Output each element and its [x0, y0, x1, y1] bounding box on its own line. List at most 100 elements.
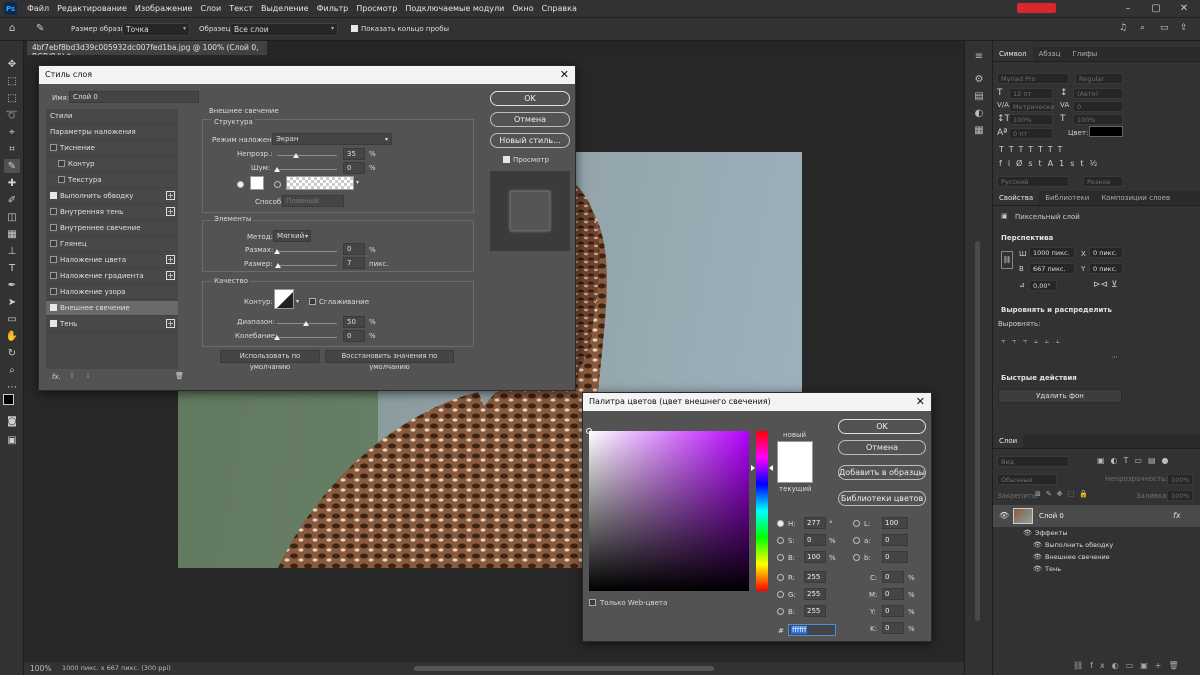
style-item-checkbox[interactable] [50, 256, 57, 263]
fx3-eye-icon[interactable]: 👁 [1033, 565, 1042, 573]
rotate-view-icon[interactable]: ↻ [4, 346, 20, 360]
search-icon[interactable]: ⌕ [1140, 23, 1145, 33]
flip-vertical-icon[interactable]: ⊻ [1111, 280, 1118, 290]
web-colors-checkbox[interactable] [589, 599, 596, 606]
eye-icon[interactable]: 👁 [999, 511, 1009, 520]
style-item-checkbox[interactable] [50, 224, 57, 231]
noise-slider[interactable] [277, 169, 337, 170]
style-item[interactable]: Внешнее свечение [46, 301, 178, 316]
layer-opacity-field[interactable]: 100% [1167, 474, 1193, 485]
layer-name-field[interactable]: Слой 0 [69, 91, 199, 103]
tab-paragraph[interactable]: Абзац [1033, 47, 1067, 61]
font-style-field[interactable]: Regular [1075, 73, 1123, 84]
style-item-checkbox[interactable] [50, 320, 57, 327]
plugins-icon[interactable]: ⚙ [972, 74, 986, 86]
range-slider-knob[interactable] [303, 321, 309, 326]
move-tool-icon[interactable]: ✥ [4, 57, 20, 71]
font-family-field[interactable]: Myriad Pro [997, 73, 1069, 84]
history-icon[interactable]: ≡ [972, 51, 986, 63]
style-item-checkbox[interactable] [50, 272, 57, 279]
horizontal-scrollbar[interactable] [414, 666, 714, 671]
technique-select[interactable]: Мягкий ▾ [273, 230, 311, 242]
home-icon[interactable]: ⌂ [9, 23, 15, 34]
panel-scrollbar[interactable] [975, 241, 980, 621]
spread-field[interactable]: 0 [343, 243, 365, 255]
share-badge[interactable] [1017, 3, 1056, 13]
r-radio[interactable] [777, 574, 784, 581]
lab-b-field[interactable]: 0 [882, 551, 908, 563]
stamp-tool-icon[interactable]: ⊥ [4, 244, 20, 258]
spread-slider-knob[interactable] [274, 249, 280, 254]
type-tool-icon[interactable]: T [4, 261, 20, 275]
workspace-icon[interactable]: ▭ [1160, 23, 1169, 33]
angle-field[interactable]: 0,00° [1029, 280, 1057, 291]
gradient-radio[interactable] [274, 181, 281, 188]
style-item-checkbox[interactable] [50, 192, 57, 199]
text-style-buttons[interactable]: TTTTTTT [999, 145, 1123, 155]
fx-menu-icon[interactable]: fx. [52, 373, 61, 381]
blue-radio[interactable] [777, 608, 784, 615]
add-effect-icon[interactable]: + [166, 271, 175, 280]
style-item-checkbox[interactable] [50, 144, 57, 151]
style-item-checkbox[interactable] [50, 288, 57, 295]
hue-slider-right-arrow[interactable] [769, 465, 773, 471]
picker-ok-button[interactable]: OK [838, 419, 926, 434]
menu-select[interactable]: Выделение [257, 4, 313, 13]
more-tools-icon[interactable]: ⋯ [4, 380, 20, 394]
minimize-icon[interactable]: – [1114, 0, 1142, 17]
move-up-icon[interactable]: ⇧ [69, 372, 75, 380]
close-window-icon[interactable]: ✕ [1170, 0, 1198, 17]
g-field[interactable]: 255 [804, 588, 826, 600]
flip-horizontal-icon[interactable]: ⊳⊲ [1093, 280, 1108, 290]
lock-buttons[interactable]: ⊠✎✥⬚🔒 [1035, 490, 1105, 498]
healing-tool-icon[interactable]: ✚ [4, 176, 20, 190]
brush-tool-icon[interactable]: ✐ [4, 193, 20, 207]
new-style-button[interactable]: Новый стиль... [490, 133, 570, 148]
tab-layers[interactable]: Слои [993, 434, 1024, 448]
quick-mask-icon[interactable]: ◙ [4, 414, 20, 428]
document-tab[interactable]: 4bf7ebf8bd3d39c005932dc007fed1ba.jpg @ 1… [27, 41, 267, 61]
kerning-field[interactable]: Метрически [1009, 101, 1054, 112]
style-item[interactable]: Стили [46, 109, 178, 124]
adjustments-icon[interactable]: ◐ [972, 108, 986, 120]
r-field[interactable]: 255 [804, 571, 826, 583]
trash-icon[interactable]: 🗑 [175, 372, 184, 380]
reset-default-button[interactable]: Восстановить значения по умолчанию [325, 350, 454, 371]
hand-tool-icon[interactable]: ✋ [4, 329, 20, 343]
contour-picker[interactable] [274, 289, 294, 309]
add-effect-icon[interactable]: + [166, 319, 175, 328]
saturation-brightness-field[interactable] [586, 428, 749, 591]
tab-glyphs[interactable]: Глифы [1067, 47, 1104, 61]
add-to-swatches-button[interactable]: Добавить в образцы [838, 465, 926, 480]
layer-kind-filter[interactable]: Вид [997, 456, 1069, 467]
close-icon[interactable]: ✕ [916, 395, 925, 408]
eraser-tool-icon[interactable]: ◫ [4, 210, 20, 224]
add-effect-icon[interactable]: + [166, 207, 175, 216]
style-item[interactable]: Наложение узора [46, 285, 178, 300]
channels-icon[interactable]: ▦ [972, 125, 986, 137]
hex-field[interactable]: ffffff [788, 624, 836, 636]
link-icon[interactable]: ⛓ [1001, 251, 1013, 269]
style-item-checkbox[interactable] [50, 304, 57, 311]
style-item[interactable]: Контур [46, 157, 178, 172]
solid-color-radio[interactable] [237, 181, 244, 188]
c-field[interactable]: 0 [882, 571, 904, 583]
tab-libraries[interactable]: Библиотеки [1039, 191, 1095, 205]
menu-layers[interactable]: Слои [196, 4, 225, 13]
y-field[interactable]: 0 пикс. [1089, 263, 1123, 274]
size-slider[interactable] [277, 265, 337, 266]
shape-tool-icon[interactable]: ▭ [4, 312, 20, 326]
l-field[interactable]: 100 [882, 517, 908, 529]
layer-filter-buttons[interactable]: ▣◐T▭▤● [1097, 456, 1197, 465]
show-ring-checkbox[interactable] [351, 25, 358, 32]
layer-blend-mode[interactable]: Обычные [997, 474, 1057, 485]
h-radio[interactable] [777, 520, 784, 527]
eyedropper-icon[interactable]: ✎ [36, 23, 44, 34]
blue-field[interactable]: 255 [804, 605, 826, 617]
k-field[interactable]: 0 [882, 622, 904, 634]
fill-field[interactable]: 100% [1167, 490, 1193, 501]
style-item[interactable]: Внутренняя тень + [46, 205, 178, 220]
opacity-field[interactable]: 35 [343, 148, 365, 160]
zoom-level[interactable]: 100% [30, 664, 51, 673]
add-effect-icon[interactable]: + [166, 191, 175, 200]
